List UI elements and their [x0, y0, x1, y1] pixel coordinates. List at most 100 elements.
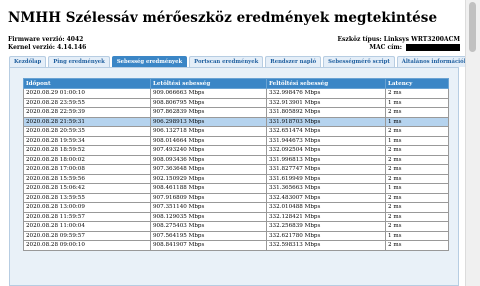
cell-latency: 2 ms — [385, 154, 449, 165]
cell-time: 2020.08.28 22:59:39 — [23, 107, 151, 118]
cell-upload: 332.483007 Mbps — [266, 192, 386, 203]
page-title: NMHH Szélessáv mérőeszköz eredmények meg… — [8, 10, 438, 26]
cell-time: 2020.08.28 13:00:09 — [23, 202, 151, 213]
cell-time: 2020.08.28 18:00:02 — [23, 154, 151, 165]
cell-time: 2020.08.28 11:59:57 — [23, 211, 151, 222]
cell-upload: 332.256839 Mbps — [266, 221, 386, 232]
device-info: Eszköz típus: Linksys WRT3200ACM MAC cím… — [337, 36, 460, 52]
cell-latency: 2 ms — [385, 221, 449, 232]
table-row: 2020.08.28 09:59:57 907.564195 Mbps 332.62… — [23, 230, 449, 241]
cell-time: 2020.08.28 09:59:57 — [23, 230, 151, 241]
cell-latency: 1 ms — [385, 97, 449, 108]
cell-download: 907.493240 Mbps — [150, 145, 267, 156]
table-row: 2020.08.28 13:59:55 907.916809 Mbps 332.48… — [23, 192, 449, 203]
table-row: 2020.08.28 20:59:35 906.132718 Mbps 332.65… — [23, 126, 449, 137]
cell-latency: 2 ms — [385, 202, 449, 213]
cell-download: 902.150929 Mbps — [150, 173, 267, 184]
cell-latency: 2 ms — [385, 192, 449, 203]
column-header-latency: Latency — [385, 78, 449, 89]
cell-time: 2020.08.28 20:59:35 — [23, 126, 151, 137]
cell-latency: 2 ms — [385, 173, 449, 184]
cell-download: 907.916809 Mbps — [150, 192, 267, 203]
cell-time: 2020.08.28 13:59:55 — [23, 192, 151, 203]
cell-latency: 1 ms — [385, 135, 449, 146]
cell-latency: 2 ms — [385, 88, 449, 99]
cell-latency: 2 ms — [385, 126, 449, 137]
page: NMHH Szélessáv mérőeszköz eredmények meg… — [8, 0, 473, 286]
table-row: 2020.08.28 21:59:31 906.298913 Mbps 331.91… — [23, 116, 449, 127]
cell-download: 908.841907 Mbps — [150, 240, 267, 251]
cell-latency: 2 ms — [385, 164, 449, 175]
cell-time: 2020.08.28 15:06:42 — [23, 183, 151, 194]
cell-download: 907.862839 Mbps — [150, 107, 267, 118]
cell-upload: 332.621780 Mbps — [266, 230, 386, 241]
table-row: 2020.08.28 11:59:57 908.129035 Mbps 332.12… — [23, 211, 449, 222]
cell-time: 2020.08.28 17:00:08 — [23, 164, 151, 175]
tab-system-log[interactable]: Rendszer napló — [265, 56, 322, 67]
table-row: 2020.08.28 15:06:42 908.461188 Mbps 331.36… — [23, 183, 449, 194]
table-row: 2020.08.28 13:00:09 907.351140 Mbps 332.01… — [23, 202, 449, 213]
cell-download: 908.129035 Mbps — [150, 211, 267, 222]
cell-upload: 332.598313 Mbps — [266, 240, 386, 251]
mac-label: MAC cím: — [369, 44, 402, 51]
tab-general-info[interactable]: Általános információk — [396, 56, 473, 67]
cell-time: 2020.08.28 11:00:04 — [23, 221, 151, 232]
cell-time: 2020.08.28 19:59:34 — [23, 135, 151, 146]
mac-address-row: MAC cím: — [337, 44, 460, 52]
table-header-row: Időpont Letöltési sebesség Feltöltési se… — [23, 78, 449, 89]
column-header-time: Időpont — [23, 78, 151, 89]
cell-download: 909.066663 Mbps — [150, 88, 267, 99]
tab-speedtest-script[interactable]: Sebességmérő script — [323, 56, 395, 67]
device-type: Eszköz típus: Linksys WRT3200ACM — [337, 36, 460, 43]
tab-bar: Kezdőlap Ping eredmények Sebesség eredmé… — [9, 56, 473, 67]
cell-upload: 331.827747 Mbps — [266, 164, 386, 175]
cell-upload: 331.944673 Mbps — [266, 135, 386, 146]
table-row: 2020.08.28 23:59:55 908.806795 Mbps 332.91… — [23, 97, 449, 108]
table-row: 2020.08.28 19:59:34 908.014664 Mbps 331.94… — [23, 135, 449, 146]
cell-time: 2020.08.29 01:00:10 — [23, 88, 151, 99]
tab-portscan-results[interactable]: Portscan eredmények — [189, 56, 264, 67]
table-row: 2020.08.28 18:59:52 907.493240 Mbps 332.09… — [23, 145, 449, 156]
cell-download: 907.351140 Mbps — [150, 202, 267, 213]
cell-upload: 332.651474 Mbps — [266, 126, 386, 137]
cell-download: 908.461188 Mbps — [150, 183, 267, 194]
results-panel: Időpont Letöltési sebesség Feltöltési se… — [9, 67, 459, 286]
table-row: 2020.08.29 01:00:10 909.066663 Mbps 332.99… — [23, 88, 449, 99]
cell-time: 2020.08.28 09:00:10 — [23, 240, 151, 251]
table-row: 2020.08.28 11:00:04 908.275403 Mbps 332.25… — [23, 221, 449, 232]
cell-upload: 332.010488 Mbps — [266, 202, 386, 213]
cell-download: 907.564195 Mbps — [150, 230, 267, 241]
cell-download: 908.275403 Mbps — [150, 221, 267, 232]
cell-latency: 2 ms — [385, 211, 449, 222]
mac-redacted — [406, 44, 460, 51]
cell-latency: 2 ms — [385, 107, 449, 118]
cell-time: 2020.08.28 21:59:31 — [23, 116, 151, 127]
version-info: Firmware verzió: 4042 Kernel verzió: 4.1… — [8, 36, 86, 52]
cell-latency: 1 ms — [385, 116, 449, 127]
cell-latency: 2 ms — [385, 240, 449, 251]
vertical-scrollbar[interactable] — [465, 0, 480, 286]
kernel-version: Kernel verzió: 4.14.146 — [8, 44, 87, 51]
cell-latency: 2 ms — [385, 145, 449, 156]
speed-results-table: Időpont Letöltési sebesség Feltöltési se… — [23, 78, 449, 251]
cell-download: 908.806795 Mbps — [150, 97, 267, 108]
table-row: 2020.08.28 09:00:10 908.841907 Mbps 332.59… — [23, 240, 449, 251]
cell-latency: 1 ms — [385, 183, 449, 194]
cell-download: 907.363648 Mbps — [150, 164, 267, 175]
cell-upload: 331.996813 Mbps — [266, 154, 386, 165]
cell-upload: 331.365663 Mbps — [266, 183, 386, 194]
cell-upload: 332.913901 Mbps — [266, 97, 386, 108]
cell-time: 2020.08.28 18:59:52 — [23, 145, 151, 156]
tab-ping-results[interactable]: Ping eredmények — [48, 56, 110, 67]
cell-latency: 1 ms — [385, 230, 449, 241]
table-row: 2020.08.28 18:00:02 908.093436 Mbps 331.99… — [23, 154, 449, 165]
table-row: 2020.08.28 15:59:56 902.150929 Mbps 331.61… — [23, 173, 449, 184]
tab-home[interactable]: Kezdőlap — [9, 56, 47, 67]
cell-download: 906.298913 Mbps — [150, 116, 267, 127]
column-header-upload: Feltöltési sebesség — [266, 78, 386, 89]
scrollbar-thumb[interactable] — [469, 2, 476, 52]
tab-speed-results[interactable]: Sebesség eredmények — [111, 56, 188, 67]
cell-upload: 331.918703 Mbps — [266, 116, 386, 127]
cell-upload: 331.619949 Mbps — [266, 173, 386, 184]
cell-upload: 331.805892 Mbps — [266, 107, 386, 118]
